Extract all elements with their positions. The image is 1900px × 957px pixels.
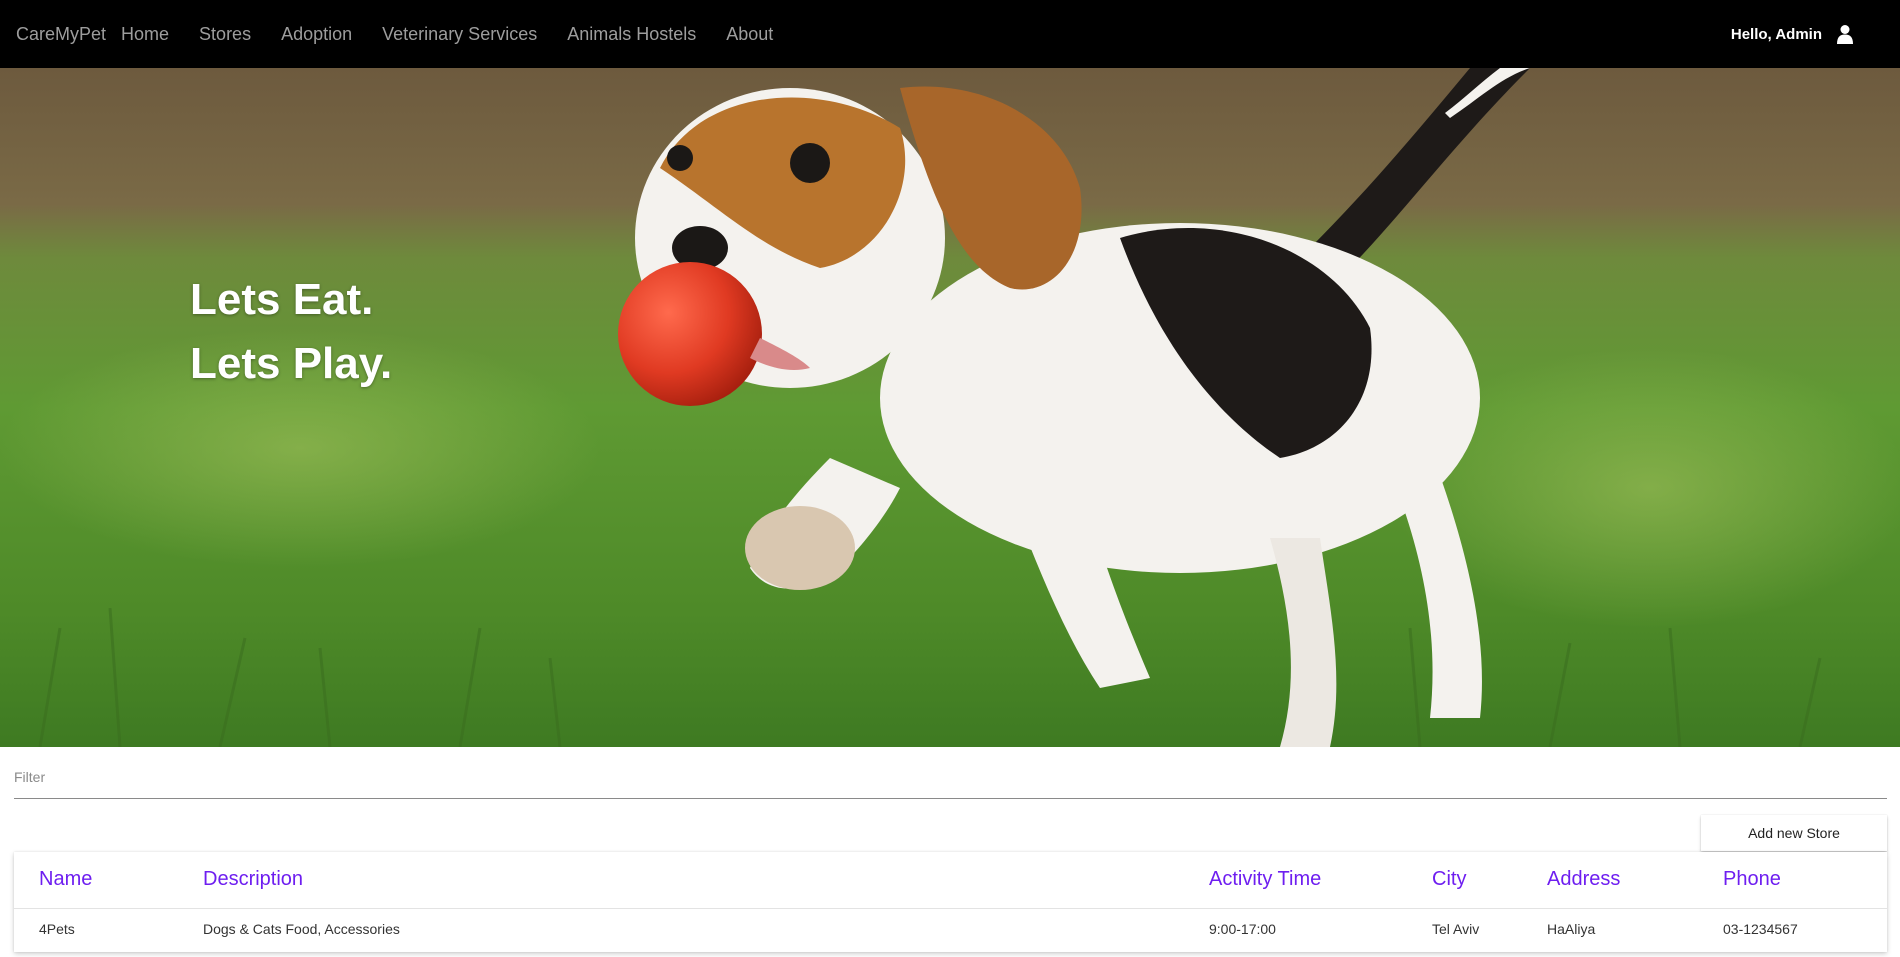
- nav-link-adoption[interactable]: Adoption: [281, 24, 352, 45]
- column-header-activity-time[interactable]: Activity Time: [1209, 868, 1321, 891]
- nav-link-about[interactable]: About: [726, 24, 773, 45]
- user-icon: [1837, 25, 1853, 44]
- cell-activity-time: 9:00-17:00: [1209, 921, 1276, 937]
- hero-banner: Lets Eat. Lets Play.: [0, 68, 1900, 747]
- cell-name: 4Pets: [39, 921, 75, 937]
- column-header-city[interactable]: City: [1432, 868, 1466, 891]
- hero-image: [0, 68, 1900, 747]
- stores-table: Name Description Activity Time City Addr…: [14, 852, 1887, 952]
- user-greeting: Hello, Admin: [1730, 25, 1822, 43]
- hero-line-2: Lets Play.: [190, 339, 393, 388]
- nav-link-home[interactable]: Home: [121, 24, 169, 45]
- table-row[interactable]: 4Pets Dogs & Cats Food, Accessories 9:00…: [14, 909, 1887, 957]
- cell-address: HaAliya: [1547, 921, 1596, 937]
- nav-link-stores[interactable]: Stores: [199, 24, 251, 45]
- column-header-phone[interactable]: Phone: [1723, 868, 1781, 891]
- filter-input[interactable]: [14, 762, 1887, 792]
- nav-link-animals-hostels[interactable]: Animals Hostels: [567, 24, 696, 45]
- cell-phone: 03-1234567: [1723, 921, 1798, 937]
- hero-tagline: Lets Eat. Lets Play.: [190, 268, 392, 396]
- column-header-description[interactable]: Description: [203, 868, 303, 891]
- column-header-address[interactable]: Address: [1547, 868, 1620, 891]
- table-header: Name Description Activity Time City Addr…: [14, 852, 1887, 909]
- filter-field: [14, 758, 1887, 799]
- navbar: CareMyPet Home Stores Adoption Veterinar…: [0, 0, 1900, 68]
- hero-line-1: Lets Eat.: [190, 275, 374, 324]
- cell-description: Dogs & Cats Food, Accessories: [203, 921, 400, 937]
- add-new-store-button[interactable]: Add new Store: [1701, 815, 1887, 851]
- brand-link[interactable]: CareMyPet: [16, 24, 106, 45]
- nav-link-veterinary-services[interactable]: Veterinary Services: [382, 24, 537, 45]
- cell-city: Tel Aviv: [1432, 921, 1480, 937]
- column-header-name[interactable]: Name: [39, 868, 92, 891]
- nav-links: Home Stores Adoption Veterinary Services…: [121, 24, 803, 45]
- user-menu[interactable]: Hello, Admin: [1731, 24, 1854, 44]
